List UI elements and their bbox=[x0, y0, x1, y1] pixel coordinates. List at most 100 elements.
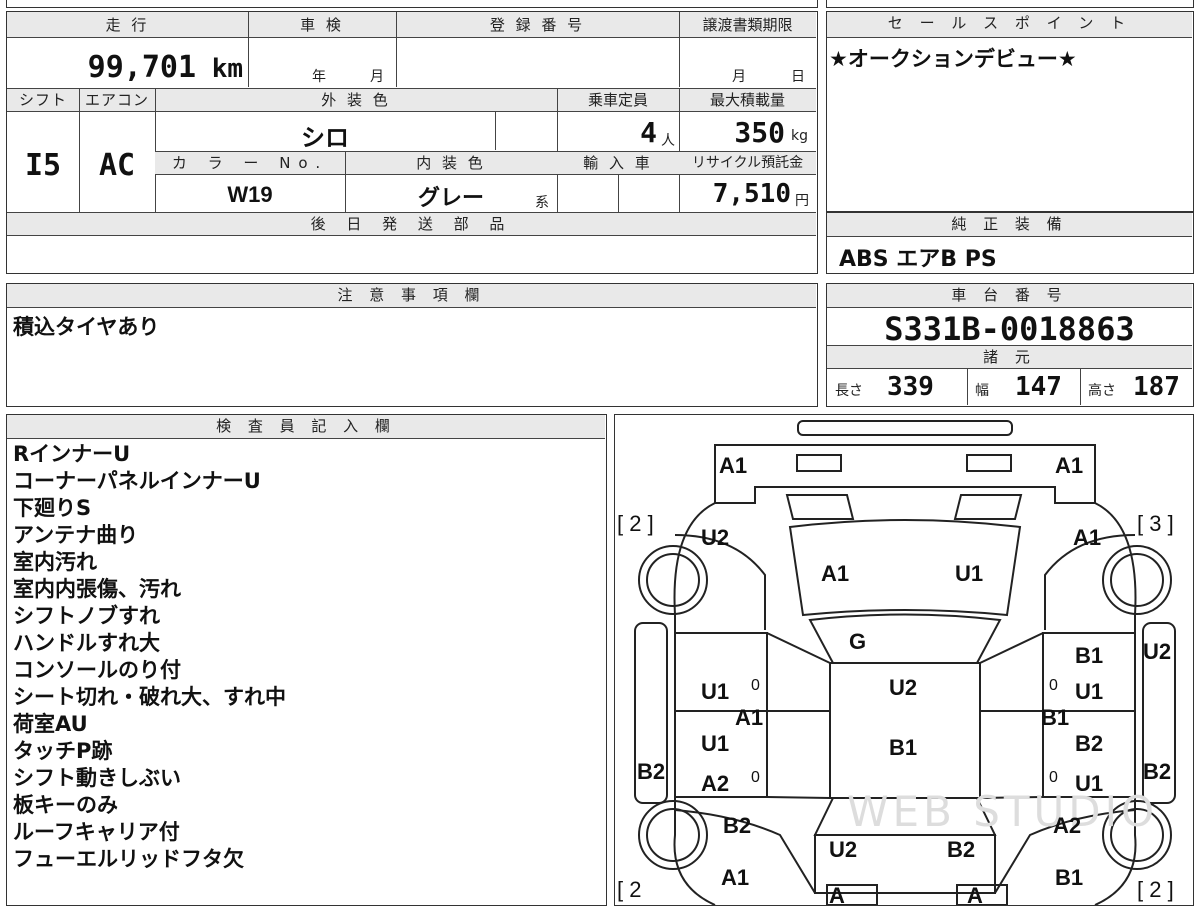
mark-front-right: A1 bbox=[1055, 453, 1084, 478]
recycle-header: リサイクル預託金 bbox=[691, 155, 804, 171]
inspector-box: 検 査 員 記 入 欄 RインナーU コーナーパネルインナーU 下廻りS アンテ… bbox=[6, 414, 607, 906]
mark-rear-fender-left: B2 bbox=[723, 813, 752, 838]
sales-point-box: セ ー ル ス ポ イ ン ト ★オークションデビュー★ bbox=[826, 11, 1194, 212]
bracket-top-left: [ 2 ] bbox=[617, 511, 654, 536]
inspector-notes: RインナーU コーナーパネルインナーU 下廻りS アンテナ曲り 室内汚れ 室内内… bbox=[13, 441, 286, 873]
exterior-color-value: シロ bbox=[301, 124, 349, 152]
interior-color-suffix: 系 bbox=[535, 195, 549, 211]
chassis-box: 車 台 番 号 S331B-0018863 諸 元 長さ 339 幅 147 高… bbox=[826, 283, 1194, 407]
note-line: シフトノブすれ bbox=[13, 604, 160, 628]
max-load-header: 最大積載量 bbox=[709, 91, 785, 109]
capacity-value: 4 bbox=[640, 116, 657, 149]
note-line: 下廻りS bbox=[13, 496, 92, 520]
inspector-header: 検 査 員 記 入 欄 bbox=[7, 415, 605, 439]
mark-front-door-left-seam: A1 bbox=[735, 705, 764, 730]
mark-front-door-left-top: U1 bbox=[701, 679, 730, 704]
transfer-day-unit: 日 bbox=[791, 69, 805, 85]
top-strip bbox=[6, 0, 818, 8]
mark-front-door-right-seam: B1 bbox=[1041, 705, 1070, 730]
vehicle-info-table: 走 行 車 検 登 録 番 号 譲渡書類期限 99,701 km 年 月 月 日… bbox=[6, 11, 818, 274]
bracket-bottom-left: [ 2 bbox=[617, 877, 642, 902]
later-parts-header: 後 日 発 送 部 品 bbox=[310, 215, 513, 233]
note-line: コーナーパネルインナーU bbox=[13, 469, 261, 493]
ac-value: AC bbox=[98, 148, 136, 183]
height-label: 高さ bbox=[1088, 383, 1116, 399]
recycle-fee-value: 7,510 bbox=[712, 179, 791, 209]
caution-text: 積込タイヤあり bbox=[13, 315, 160, 339]
note-line: シート切れ・破れ大、すれ中 bbox=[13, 685, 286, 709]
inspection-year-unit: 年 bbox=[312, 69, 326, 85]
recycle-unit: 円 bbox=[795, 193, 809, 209]
spec-header: 諸 元 bbox=[827, 345, 1192, 369]
genuine-equipment-header: 純 正 装 備 bbox=[827, 213, 1192, 237]
zero-mark: 0 bbox=[751, 677, 760, 694]
max-load-value: 350 bbox=[734, 116, 785, 149]
zero-mark: 0 bbox=[1049, 677, 1058, 694]
note-line: フューエルリッドフタ欠 bbox=[13, 847, 244, 871]
bracket-bottom-right: [ 2 ] bbox=[1137, 877, 1174, 902]
mark-hood-left: A1 bbox=[821, 561, 850, 586]
mark-side-left-bottom: B2 bbox=[637, 759, 666, 784]
note-line: ルーフキャリア付 bbox=[13, 820, 180, 844]
genuine-equipment-box: 純 正 装 備 ABS エアB PS bbox=[826, 212, 1194, 274]
mark-front-door-right-top: B1 bbox=[1075, 643, 1104, 668]
note-line: タッチP跡 bbox=[13, 739, 113, 763]
chassis-number: S331B-0018863 bbox=[884, 310, 1135, 348]
width-value: 147 bbox=[1015, 372, 1062, 402]
note-line: 室内汚れ bbox=[13, 550, 97, 574]
shift-header: シフト bbox=[18, 91, 67, 109]
chassis-header: 車 台 番 号 bbox=[827, 284, 1192, 308]
genuine-equipment-text: ABS エアB PS bbox=[839, 247, 997, 272]
mark-rear-door-right-bottom: U1 bbox=[1075, 771, 1104, 796]
mark-front-door-right-mid: U1 bbox=[1075, 679, 1104, 704]
mark-windshield: G bbox=[849, 629, 867, 654]
zero-mark: 0 bbox=[751, 769, 760, 786]
sales-point-text: ★オークションデビュー★ bbox=[829, 47, 1077, 71]
height-value: 187 bbox=[1133, 372, 1180, 402]
mark-bumper-right: A bbox=[967, 883, 983, 908]
mark-roof-top: U2 bbox=[889, 675, 918, 700]
mark-front-left: A1 bbox=[719, 453, 748, 478]
sales-point-header: セ ー ル ス ポ イ ン ト bbox=[827, 12, 1192, 38]
ac-header: エアコン bbox=[84, 91, 149, 109]
bracket-top-right: [ 3 ] bbox=[1137, 511, 1174, 536]
mark-rear-door-left-bottom: A2 bbox=[701, 771, 730, 796]
note-line: アンテナ曲り bbox=[13, 523, 139, 547]
capacity-header: 乗車定員 bbox=[587, 91, 648, 109]
interior-color-header: 内 装 色 bbox=[416, 154, 486, 172]
inspection-header: 車 検 bbox=[300, 16, 344, 34]
caution-header: 注 意 事 項 欄 bbox=[7, 284, 816, 308]
caution-box: 注 意 事 項 欄 積込タイヤあり bbox=[6, 283, 818, 407]
transfer-deadline-header: 譲渡書類期限 bbox=[702, 16, 793, 34]
damage-diagram: WEB STUDIO [ 2 ] [ 3 ] [ 2 [ 2 ] A1 A1 U… bbox=[614, 414, 1194, 908]
watermark: WEB STUDIO bbox=[847, 787, 1159, 836]
exterior-color-header: 外 装 色 bbox=[321, 91, 391, 109]
width-label: 幅 bbox=[975, 383, 989, 399]
interior-color-value: グレー bbox=[417, 186, 484, 211]
color-no-value: W19 bbox=[227, 182, 273, 207]
mark-side-right-top: U2 bbox=[1143, 639, 1172, 664]
length-value: 339 bbox=[887, 372, 934, 402]
mark-rear-fender-right: A2 bbox=[1053, 813, 1082, 838]
import-header: 輸 入 車 bbox=[583, 154, 653, 172]
mileage-unit: km bbox=[211, 54, 243, 84]
note-line: 室内内張傷、汚れ bbox=[13, 577, 181, 601]
mark-rear-door-left-top: U1 bbox=[701, 731, 730, 756]
zero-mark: 0 bbox=[1049, 769, 1058, 786]
note-line: ハンドルすれ大 bbox=[13, 631, 160, 655]
max-load-unit: kg bbox=[791, 128, 808, 144]
mark-side-right-bottom: B2 bbox=[1143, 759, 1172, 784]
mark-rear-left: A1 bbox=[721, 865, 750, 890]
note-line: コンソールのり付 bbox=[13, 658, 181, 682]
mark-tailgate-right: B2 bbox=[947, 837, 976, 862]
mark-fender-right: A1 bbox=[1073, 525, 1102, 550]
capacity-unit: 人 bbox=[661, 133, 675, 149]
mileage-header: 走 行 bbox=[105, 16, 150, 34]
mark-rear-right: B1 bbox=[1055, 865, 1084, 890]
mark-fender-left: U2 bbox=[701, 525, 730, 550]
mark-rear-door-right-top: B2 bbox=[1075, 731, 1104, 756]
registration-header: 登 録 番 号 bbox=[489, 16, 586, 34]
mark-tailgate-left: U2 bbox=[829, 837, 858, 862]
length-label: 長さ bbox=[835, 383, 863, 399]
note-line: シフト動きしぶい bbox=[13, 766, 181, 790]
